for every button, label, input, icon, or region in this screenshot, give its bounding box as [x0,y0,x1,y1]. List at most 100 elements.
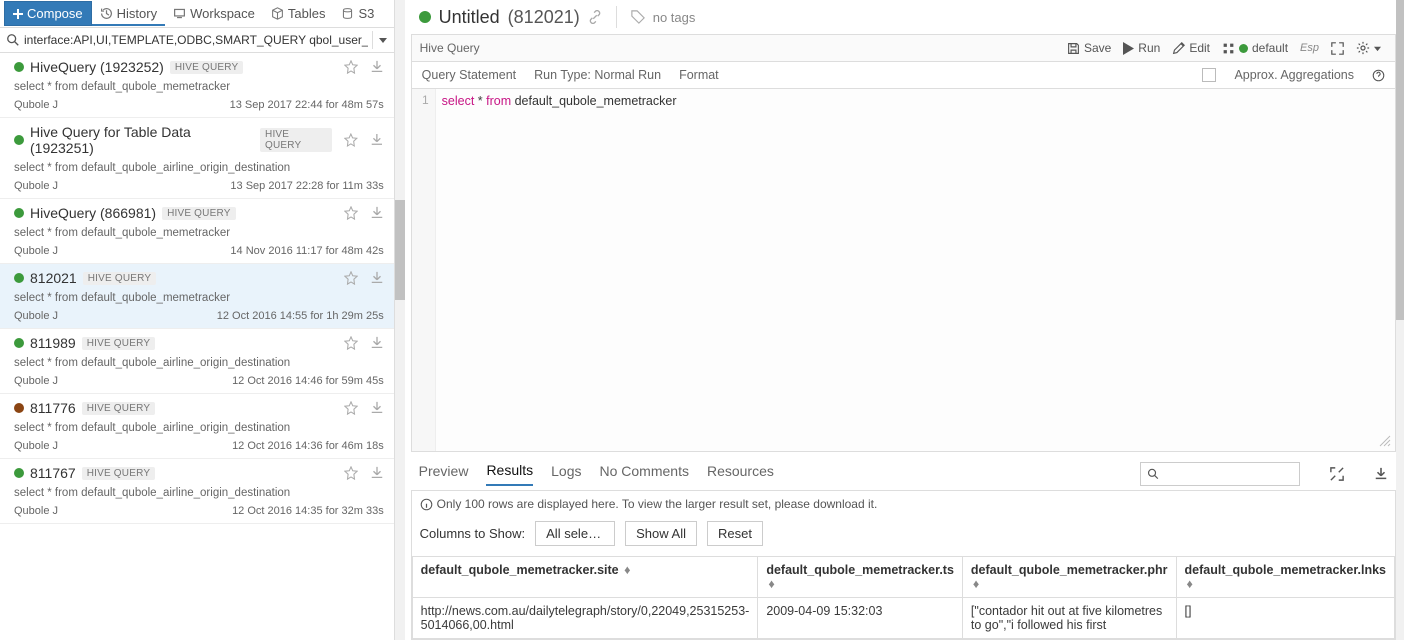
settings-button[interactable] [1350,39,1387,57]
save-button[interactable]: Save [1061,39,1117,57]
star-icon[interactable] [344,271,358,285]
results-table: default_qubole_memetracker.site ♦ defaul… [412,556,1395,639]
save-icon [1067,42,1080,55]
download-icon[interactable] [370,271,384,285]
star-icon[interactable] [344,60,358,74]
history-user: Qubole J [14,99,58,111]
columns-select[interactable]: All select… [535,521,615,546]
cluster-status-dot [1239,44,1248,53]
history-item[interactable]: Hive Query for Table Data (1923251)HIVE … [0,118,394,199]
download-icon[interactable] [370,206,384,220]
results-search-input[interactable] [1163,466,1293,482]
query-type-badge: HIVE QUERY [83,272,157,285]
download-icon[interactable] [370,133,384,147]
table-row[interactable]: http://news.com.au/dailytelegraph/story/… [412,598,1394,639]
history-list[interactable]: HiveQuery (1923252) HIVE QUERY select * fr… [0,53,394,640]
tab-tables[interactable]: Tables [263,2,334,25]
s3-icon [341,7,354,20]
right-scrollbar[interactable] [1396,0,1404,640]
tab-s3[interactable]: S3 [333,2,382,25]
th-site[interactable]: default_qubole_memetracker.site ♦ [412,557,758,598]
tab-results[interactable]: Results [486,462,533,486]
reset-button[interactable]: Reset [707,521,763,546]
history-item[interactable]: HiveQuery (866981)HIVE QUERYselect * fro… [0,199,394,264]
tab-workspace[interactable]: Workspace [165,2,263,25]
star-icon[interactable] [344,336,358,350]
scrollbar-thumb[interactable] [395,200,405,300]
history-item[interactable]: 811776HIVE QUERYselect * from default_qu… [0,394,394,459]
permalink-icon[interactable] [588,10,602,24]
download-icon[interactable] [370,336,384,350]
tab-preview[interactable]: Preview [419,463,469,485]
sort-icon: ♦ [768,577,774,591]
star-icon[interactable] [344,206,358,220]
status-dot [14,338,24,348]
query-type-badge: HIVE QUERY [82,337,156,350]
columns-row: Columns to Show: All select… Show All Re… [412,517,1395,556]
history-item[interactable]: 812021HIVE QUERYselect * from default_qu… [0,264,394,329]
star-icon[interactable] [344,401,358,415]
tab-nocomments[interactable]: No Comments [599,463,688,485]
search-input[interactable] [22,31,370,49]
history-time: 12 Oct 2016 14:36 for 46m 18s [58,440,384,452]
format-button[interactable]: Format [679,68,719,82]
th-phr[interactable]: default_qubole_memetracker.phr ♦ [962,557,1176,598]
code-content[interactable]: select * from default_qubole_memetracker [436,89,683,451]
download-icon[interactable] [1374,467,1388,481]
th-lnks[interactable]: default_qubole_memetracker.lnks ♦ [1176,557,1394,598]
history-snippet: select * from default_qubole_airline_ori… [14,487,384,499]
help-icon[interactable] [1372,69,1385,82]
editor-subbar: Query Statement Run Type: Normal Run For… [411,62,1396,89]
download-icon[interactable] [370,401,384,415]
line-gutter: 1 [412,89,436,451]
results-search[interactable] [1140,462,1300,486]
resize-handle-icon[interactable] [1379,435,1391,447]
status-dot [14,62,24,72]
scrollbar-thumb[interactable] [1396,0,1404,320]
cell-lnks: [] [1176,598,1394,639]
editor-title: Untitled [439,7,500,28]
history-snippet: select * from default_qubole_airline_ori… [14,357,384,369]
history-icon [100,7,113,20]
history-snippet: select * from default_qubole_airline_ori… [14,162,384,174]
cluster-selector[interactable]: default [1216,39,1294,57]
info-icon [420,498,433,511]
history-snippet: select * from default_qubole_memetracker [14,81,384,93]
star-icon[interactable] [344,466,358,480]
left-tabs: Compose History Workspace Tables S3 [0,0,394,28]
fullscreen-button[interactable] [1325,40,1350,57]
run-button[interactable]: Run [1117,39,1166,57]
history-snippet: select * from default_qubole_airline_ori… [14,422,384,434]
status-dot [14,273,24,283]
history-title: HiveQuery (1923252) [30,59,164,75]
results-area: Only 100 rows are displayed here. To vie… [411,490,1396,640]
no-tags-label[interactable]: no tags [653,10,696,25]
code-editor[interactable]: 1 select * from default_qubole_memetrack… [411,89,1396,452]
showall-button[interactable]: Show All [625,521,697,546]
download-icon[interactable] [370,60,384,74]
play-icon [1123,42,1134,55]
query-type-badge: HIVE QUERY [170,61,244,74]
star-icon[interactable] [344,133,358,147]
run-type-label[interactable]: Run Type: Normal Run [534,68,661,82]
history-user: Qubole J [14,440,58,452]
th-ts[interactable]: default_qubole_memetracker.ts ♦ [758,557,963,598]
search-dropdown[interactable] [372,31,388,49]
tab-logs[interactable]: Logs [551,463,581,485]
history-item[interactable]: 811989HIVE QUERYselect * from default_qu… [0,329,394,394]
history-time: 12 Oct 2016 14:35 for 32m 33s [58,505,384,517]
tab-resources[interactable]: Resources [707,463,774,485]
expand-results-icon[interactable] [1330,467,1344,481]
left-scrollbar[interactable] [395,0,405,640]
approx-checkbox[interactable] [1202,68,1216,82]
tab-history[interactable]: History [92,2,165,26]
esp-button[interactable]: Esp [1294,40,1325,56]
history-item[interactable]: HiveQuery (1923252) HIVE QUERY select * fr… [0,53,394,118]
query-statement-tab[interactable]: Query Statement [422,68,517,82]
compose-button[interactable]: Compose [4,1,92,26]
history-item[interactable]: 811767HIVE QUERYselect * from default_qu… [0,459,394,524]
history-snippet: select * from default_qubole_memetracker [14,292,384,304]
cell-site: http://news.com.au/dailytelegraph/story/… [412,598,758,639]
download-icon[interactable] [370,466,384,480]
edit-button[interactable]: Edit [1166,39,1216,57]
